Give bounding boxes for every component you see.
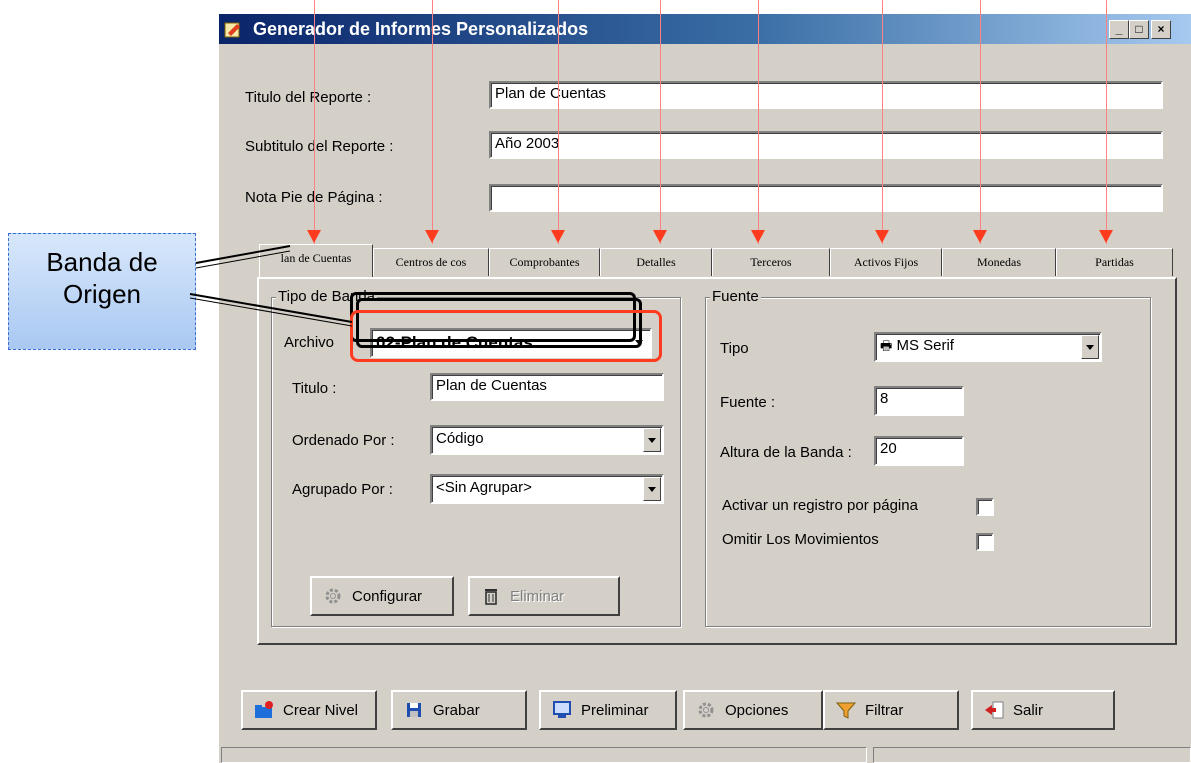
callout-pointer — [189, 245, 353, 327]
